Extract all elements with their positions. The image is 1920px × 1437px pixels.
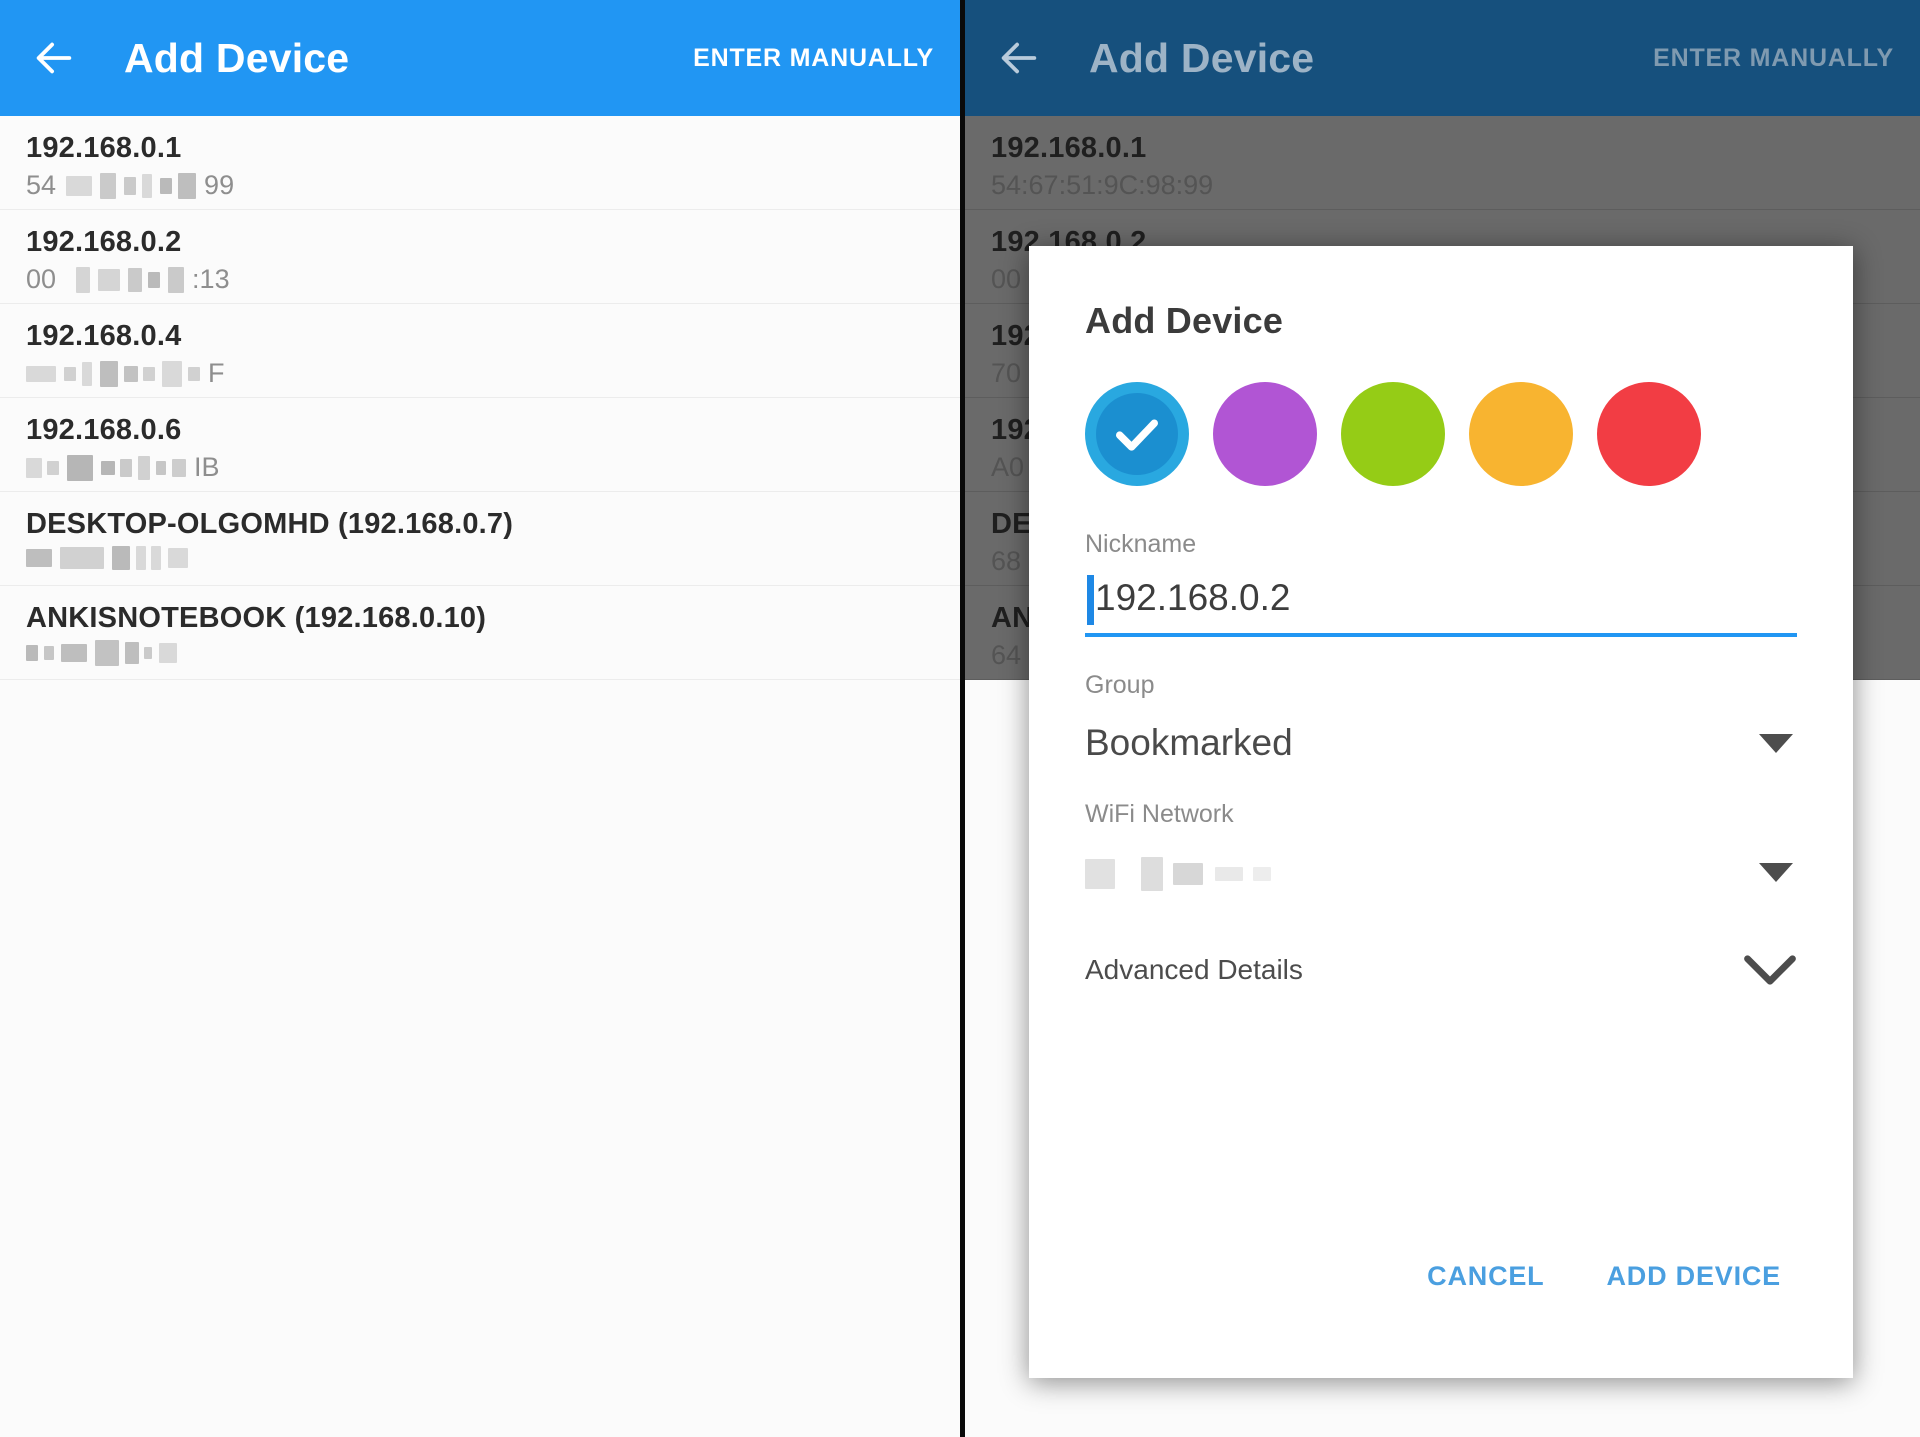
text-caret bbox=[1087, 575, 1094, 625]
add-device-dialog: Add Device Nickname Group Bookmarked WiF bbox=[1029, 246, 1853, 1378]
group-value: Bookmarked bbox=[1085, 722, 1293, 763]
nickname-label: Nickname bbox=[1085, 530, 1197, 558]
device-name: ANKISNOTEBOOK (192.168.0.10) bbox=[26, 602, 487, 634]
enter-manually-button[interactable]: ENTER MANUALLY bbox=[693, 44, 934, 73]
caret-down-icon bbox=[1759, 862, 1793, 882]
device-mac-redacted: F bbox=[26, 358, 934, 389]
screenshot-root: Add Device ENTER MANUALLY 192.168.0.1 54 9… bbox=[0, 0, 1920, 1437]
group-field: Group Bookmarked bbox=[1029, 671, 1853, 764]
color-swatch-blue[interactable] bbox=[1085, 382, 1189, 486]
wifi-select[interactable] bbox=[1085, 851, 1797, 893]
color-swatch-red[interactable] bbox=[1597, 382, 1701, 486]
device-list-item[interactable]: 192.168.0.4 F bbox=[0, 304, 960, 398]
group-label: Group bbox=[1085, 671, 1155, 699]
wifi-field: WiFi Network bbox=[1029, 800, 1853, 893]
color-picker[interactable] bbox=[1029, 342, 1853, 486]
device-mac-redacted: 00:13 bbox=[26, 264, 230, 294]
device-list[interactable]: 192.168.0.1 54 99 192.168.0.2 00:13 192.168.0… bbox=[0, 116, 960, 680]
chevron-down-icon bbox=[1744, 955, 1796, 985]
left-phone-panel: Add Device ENTER MANUALLY 192.168.0.1 54 9… bbox=[0, 0, 960, 1437]
selected-ring bbox=[1096, 393, 1178, 475]
device-name: DESKTOP-OLGOMHD (192.168.0.7) bbox=[26, 508, 514, 540]
page-title: Add Device bbox=[124, 34, 350, 81]
page-title: Add Device bbox=[1089, 34, 1315, 81]
app-bar-dimmed: Add Device ENTER MANUALLY bbox=[965, 0, 1920, 116]
enter-manually-button[interactable]: ENTER MANUALLY bbox=[1653, 44, 1894, 73]
device-mac-redacted: 54 99 bbox=[26, 170, 235, 200]
device-name: 192.168.0.1 bbox=[26, 132, 182, 164]
color-swatch-green[interactable] bbox=[1341, 382, 1445, 486]
color-swatch-purple[interactable] bbox=[1213, 382, 1317, 486]
device-list-item[interactable]: 192.168.0.6 IB bbox=[0, 398, 960, 492]
check-icon bbox=[1115, 419, 1159, 451]
device-list-item[interactable]: 192.168.0.1 54 99 bbox=[0, 116, 960, 210]
nickname-input[interactable] bbox=[1085, 573, 1797, 633]
group-select[interactable]: Bookmarked bbox=[1085, 722, 1797, 764]
nickname-underline bbox=[1085, 633, 1797, 637]
device-mac-redacted bbox=[26, 546, 934, 570]
device-name: 192.168.0.2 bbox=[26, 226, 182, 258]
nickname-field: Nickname bbox=[1029, 530, 1853, 637]
device-list-item[interactable]: DESKTOP-OLGOMHD (192.168.0.7) bbox=[0, 492, 960, 586]
app-bar: Add Device ENTER MANUALLY bbox=[0, 0, 960, 116]
right-phone-panel: Add Device ENTER MANUALLY 192.168.0.1 54:… bbox=[960, 0, 1920, 1437]
device-list-item[interactable]: 192.168.0.2 00:13 bbox=[0, 210, 960, 304]
arrow-left-icon[interactable] bbox=[26, 30, 82, 86]
device-mac-redacted: IB bbox=[26, 452, 934, 483]
device-name: 192.168.0.6 bbox=[26, 414, 182, 446]
color-swatch-orange[interactable] bbox=[1469, 382, 1573, 486]
dialog-title: Add Device bbox=[1085, 300, 1284, 341]
caret-down-icon bbox=[1759, 733, 1793, 753]
add-device-button[interactable]: ADD DEVICE bbox=[1606, 1261, 1781, 1292]
dialog-actions: CANCEL ADD DEVICE bbox=[1029, 1261, 1853, 1292]
wifi-label: WiFi Network bbox=[1085, 800, 1234, 828]
device-name: 192.168.0.4 bbox=[26, 320, 182, 352]
device-mac-redacted bbox=[26, 640, 934, 666]
wifi-value bbox=[1085, 851, 1271, 893]
device-list-item[interactable]: ANKISNOTEBOOK (192.168.0.10) bbox=[0, 586, 960, 680]
arrow-left-icon[interactable] bbox=[991, 30, 1047, 86]
advanced-details-toggle[interactable]: Advanced Details bbox=[1029, 953, 1853, 987]
cancel-button[interactable]: CANCEL bbox=[1427, 1261, 1544, 1292]
advanced-details-label: Advanced Details bbox=[1085, 954, 1303, 985]
